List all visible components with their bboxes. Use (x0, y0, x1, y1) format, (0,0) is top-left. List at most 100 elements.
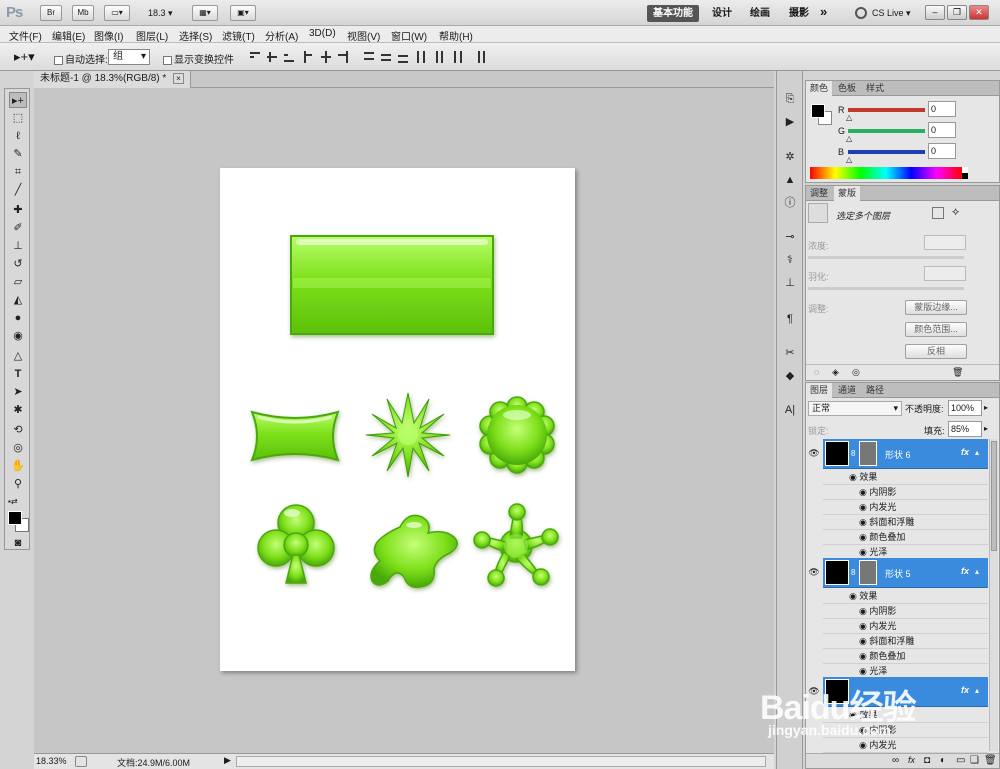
green-rectangle-shape[interactable] (290, 235, 494, 335)
color-foreground-swatch[interactable] (811, 104, 825, 118)
zoom-percentage[interactable]: 18.33% (36, 756, 67, 766)
close-document-icon[interactable]: × (173, 73, 184, 84)
link-layers-icon[interactable]: ∞ (892, 755, 899, 766)
channel-g-slider[interactable] (848, 129, 925, 133)
align-left-icon[interactable] (303, 51, 315, 63)
history-icon[interactable]: ⎘ (781, 91, 799, 107)
color-range-button[interactable]: 颜色范围... (905, 322, 967, 337)
adjustment-layer-icon[interactable]: ◐ (940, 755, 946, 766)
effect-row[interactable]: ◉ 内阴影 (823, 604, 988, 619)
lasso-tool-icon[interactable]: ℓ (9, 128, 27, 144)
brush-tool-icon[interactable]: ✐ (9, 220, 27, 236)
fx-icon[interactable]: fx (961, 566, 969, 576)
distribute-right-icon[interactable] (450, 51, 462, 63)
close-window-button[interactable]: ✕ (969, 5, 989, 20)
effect-eye-icon[interactable]: ◉ (859, 532, 869, 542)
delete-layer-icon[interactable]: 🗑 (984, 755, 997, 766)
channel-g-input[interactable]: 0 (928, 122, 956, 138)
effect-eye-icon[interactable]: ◉ (859, 606, 869, 616)
hand-tool-icon[interactable]: ✋ (9, 458, 27, 474)
distribute-bottom-icon[interactable] (397, 51, 409, 63)
restore-button[interactable]: ❐ (947, 5, 967, 20)
color-spectrum-bar[interactable] (810, 167, 962, 179)
distribute-top-icon[interactable] (363, 51, 375, 63)
paint-bucket-tool-icon[interactable]: ◭ (9, 292, 27, 308)
3d-rotate-tool-icon[interactable]: ⟲ (9, 422, 27, 438)
effect-eye-icon[interactable]: ◉ (859, 547, 869, 557)
effect-eye-icon[interactable]: ◉ (859, 651, 869, 661)
effects-header[interactable]: ◉ 效果 (823, 470, 988, 485)
horizontal-scrollbar[interactable] (236, 756, 766, 767)
mask-edge-button[interactable]: 蒙版边缘... (905, 300, 967, 315)
channel-g-thumb-icon[interactable]: △ (846, 134, 852, 143)
invert-button[interactable]: 反相 (905, 344, 967, 359)
blend-mode-select[interactable]: 正常 ▾ (808, 401, 902, 416)
effect-row[interactable]: ◉ 内发光 (823, 500, 988, 515)
type-tool-icon[interactable]: T (9, 366, 27, 382)
screen-mode-button[interactable]: ▣▾ (230, 5, 256, 21)
fill-arrow-icon[interactable]: ▸ (984, 424, 988, 433)
effects-header[interactable]: ◉ 效果 (823, 589, 988, 604)
tab-channels[interactable]: 通道 (834, 383, 860, 398)
menu-help[interactable]: 帮助(H) (439, 28, 473, 43)
move-tool-icon[interactable]: ▸+ (9, 92, 27, 108)
green-starburst-shape[interactable] (365, 392, 451, 478)
tab-styles[interactable]: 样式 (862, 81, 888, 96)
collapse-effects-icon[interactable]: ▴ (975, 686, 979, 695)
effect-row[interactable]: ◉ 颜色叠加 (823, 649, 988, 664)
green-splat-shape[interactable] (370, 514, 458, 589)
visibility-eye-icon[interactable]: 👁 (808, 567, 820, 579)
effect-eye-icon[interactable]: ◉ (859, 517, 869, 527)
pixel-mask-icon[interactable] (932, 207, 944, 219)
zoom-tool-icon[interactable]: ⚲ (9, 476, 27, 492)
effect-row[interactable]: ◉ 内发光 (823, 619, 988, 634)
channel-b-input[interactable]: 0 (928, 143, 956, 159)
status-menu-arrow-icon[interactable]: ▶ (224, 755, 231, 766)
default-colors-icon[interactable]: ▪⇄ (8, 497, 18, 506)
add-style-icon[interactable]: fx (908, 755, 915, 765)
channel-r-input[interactable]: 0 (928, 101, 956, 117)
align-right-icon[interactable] (337, 51, 349, 63)
workspace-photography[interactable]: 摄影 (783, 5, 815, 22)
marquee-tool-icon[interactable]: ⬚ (9, 110, 27, 126)
effect-eye-icon[interactable]: ◉ (859, 666, 869, 676)
menu-window[interactable]: 窗口(W) (391, 28, 427, 43)
menu-3d[interactable]: 3D(D) (309, 28, 336, 39)
eraser-tool-icon[interactable]: ▱ (9, 274, 27, 290)
fx-icon[interactable]: fx (961, 447, 969, 457)
navigator-icon[interactable]: ✲ (781, 149, 799, 165)
align-top-icon[interactable] (249, 51, 261, 63)
effects-eye-icon[interactable]: ◉ (849, 472, 859, 482)
tab-color[interactable]: 颜色 (806, 81, 833, 96)
clone-source-icon[interactable]: ⚕ (781, 252, 799, 268)
add-mask-icon[interactable]: ◘ (924, 755, 930, 766)
eyedropper-tool-icon[interactable]: ╱ (9, 182, 27, 198)
layer-row[interactable]: 8 形状 5 fx ▴ (823, 558, 988, 588)
channel-r-thumb-icon[interactable]: △ (846, 113, 852, 122)
layer-row[interactable]: 8 形状 6 fx ▴ (823, 439, 988, 469)
quick-mask-icon[interactable]: ◙ (9, 535, 27, 551)
menu-image[interactable]: 图像(I) (94, 28, 123, 43)
menu-analysis[interactable]: 分析(A) (265, 28, 298, 43)
arrange-documents-button[interactable]: ▦▾ (192, 5, 218, 21)
workspace-essentials[interactable]: 基本功能 (647, 5, 699, 22)
cs-live-button[interactable]: CS Live ▾ (872, 8, 911, 19)
menu-edit[interactable]: 编辑(E) (52, 28, 85, 43)
tab-masks[interactable]: 蒙版 (834, 186, 861, 201)
density-input[interactable] (924, 235, 966, 250)
channel-b-thumb-icon[interactable]: △ (846, 155, 852, 164)
character-icon[interactable]: A| (781, 402, 799, 418)
paragraph-icon[interactable]: ¶ (781, 311, 799, 327)
menu-layer[interactable]: 图层(L) (136, 28, 168, 43)
clone-stamp-tool-icon[interactable]: ⊥ (9, 238, 27, 254)
feather-input[interactable] (924, 266, 966, 281)
density-slider[interactable] (808, 256, 964, 259)
bridge-button[interactable]: Br (40, 5, 62, 21)
effect-row[interactable]: ◉ 内发光 (823, 738, 988, 753)
histogram-icon[interactable]: ▲ (781, 172, 799, 188)
green-banner-shape[interactable] (250, 410, 340, 462)
load-selection-icon[interactable]: ◌ (814, 367, 819, 377)
green-club-shape[interactable] (257, 504, 335, 584)
3d-icon[interactable]: ◆ (781, 368, 799, 384)
menu-select[interactable]: 选择(S) (179, 28, 212, 43)
